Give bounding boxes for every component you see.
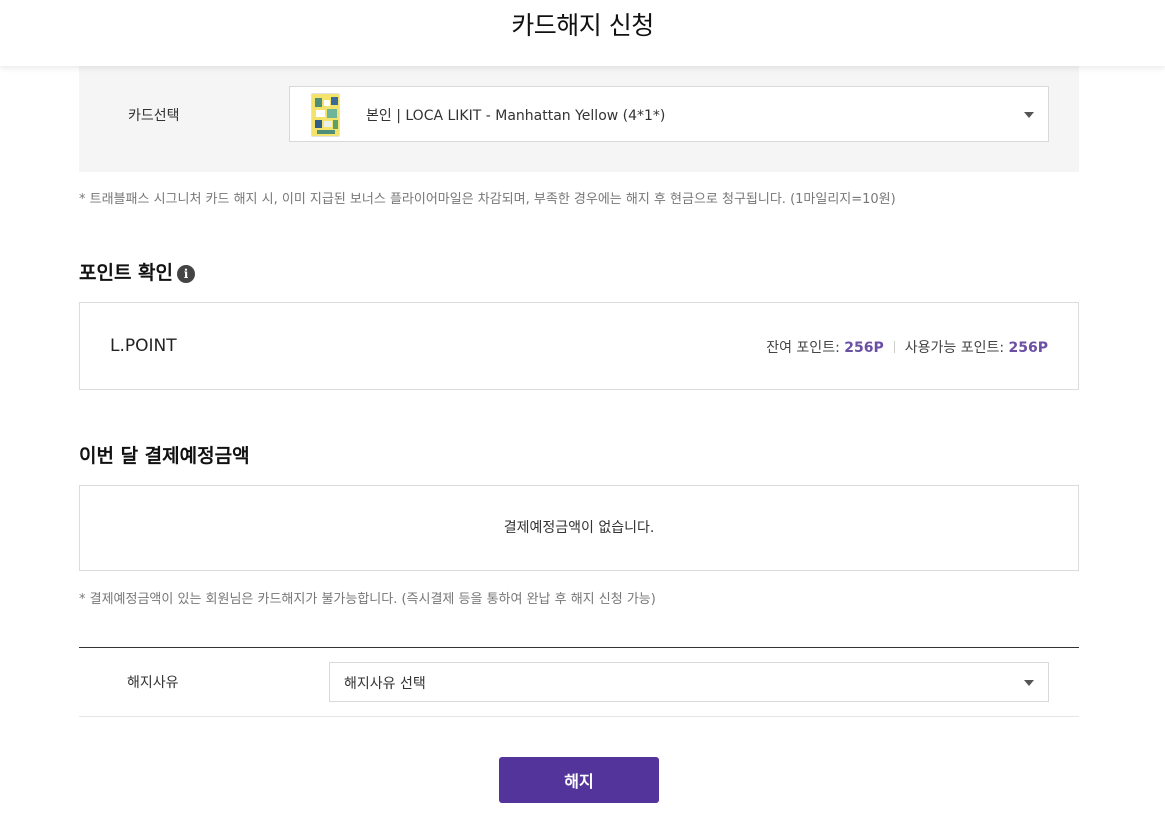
card-select-value: 본인 | LOCA LIKIT - Manhattan Yellow (4*1*…	[366, 108, 666, 124]
bonus-mile-note: * 트래블패스 시그니처 카드 해지 시, 이미 지급된 보너스 플라이어마일은…	[79, 192, 896, 207]
stats-divider	[893, 341, 895, 353]
remaining-points-label: 잔여 포인트:	[766, 340, 845, 356]
remaining-points-value: 256P	[844, 340, 884, 356]
reason-select-value: 해지사유 선택	[344, 676, 426, 692]
card-art	[312, 94, 339, 136]
point-stats: 잔여 포인트: 256P 사용가능 포인트: 256P	[766, 337, 1048, 357]
cancel-card-button[interactable]: 해지	[499, 757, 659, 803]
points-section-title: 포인트 확인 i	[79, 258, 196, 285]
page-header: 카드해지 신청	[0, 0, 1165, 66]
form-divider-top	[79, 647, 1079, 648]
card-select-label: 카드선택	[128, 108, 180, 124]
chevron-down-icon	[1024, 112, 1034, 118]
payment-note: * 결제예정금액이 있는 회원님은 카드해지가 불가능합니다. (즉시결제 등을…	[79, 592, 656, 607]
chevron-down-icon	[1024, 680, 1034, 686]
reason-label: 해지사유	[127, 675, 179, 691]
info-icon[interactable]: i	[177, 265, 196, 283]
points-box: L.POINT 잔여 포인트: 256P 사용가능 포인트: 256P	[79, 302, 1079, 390]
payment-empty-message: 결제예정금액이 없습니다.	[503, 520, 655, 536]
card-thumbnail-image	[311, 93, 340, 137]
available-points-value: 256P	[1008, 340, 1048, 356]
card-select-dropdown[interactable]: 본인 | LOCA LIKIT - Manhattan Yellow (4*1*…	[289, 86, 1049, 142]
points-title-text: 포인트 확인	[79, 262, 174, 284]
reason-select-dropdown[interactable]: 해지사유 선택	[329, 662, 1049, 702]
card-select-panel: 카드선택 본인 | LOCA LIKIT - Manhattan Yellow …	[79, 66, 1079, 172]
payment-box: 결제예정금액이 없습니다.	[79, 485, 1079, 571]
page-title: 카드해지 신청	[511, 11, 654, 40]
form-divider-bottom	[79, 716, 1079, 717]
available-points-label: 사용가능 포인트:	[904, 340, 1009, 356]
point-program-name: L.POINT	[110, 336, 177, 356]
payment-section-title: 이번 달 결제예정금액	[79, 445, 250, 467]
